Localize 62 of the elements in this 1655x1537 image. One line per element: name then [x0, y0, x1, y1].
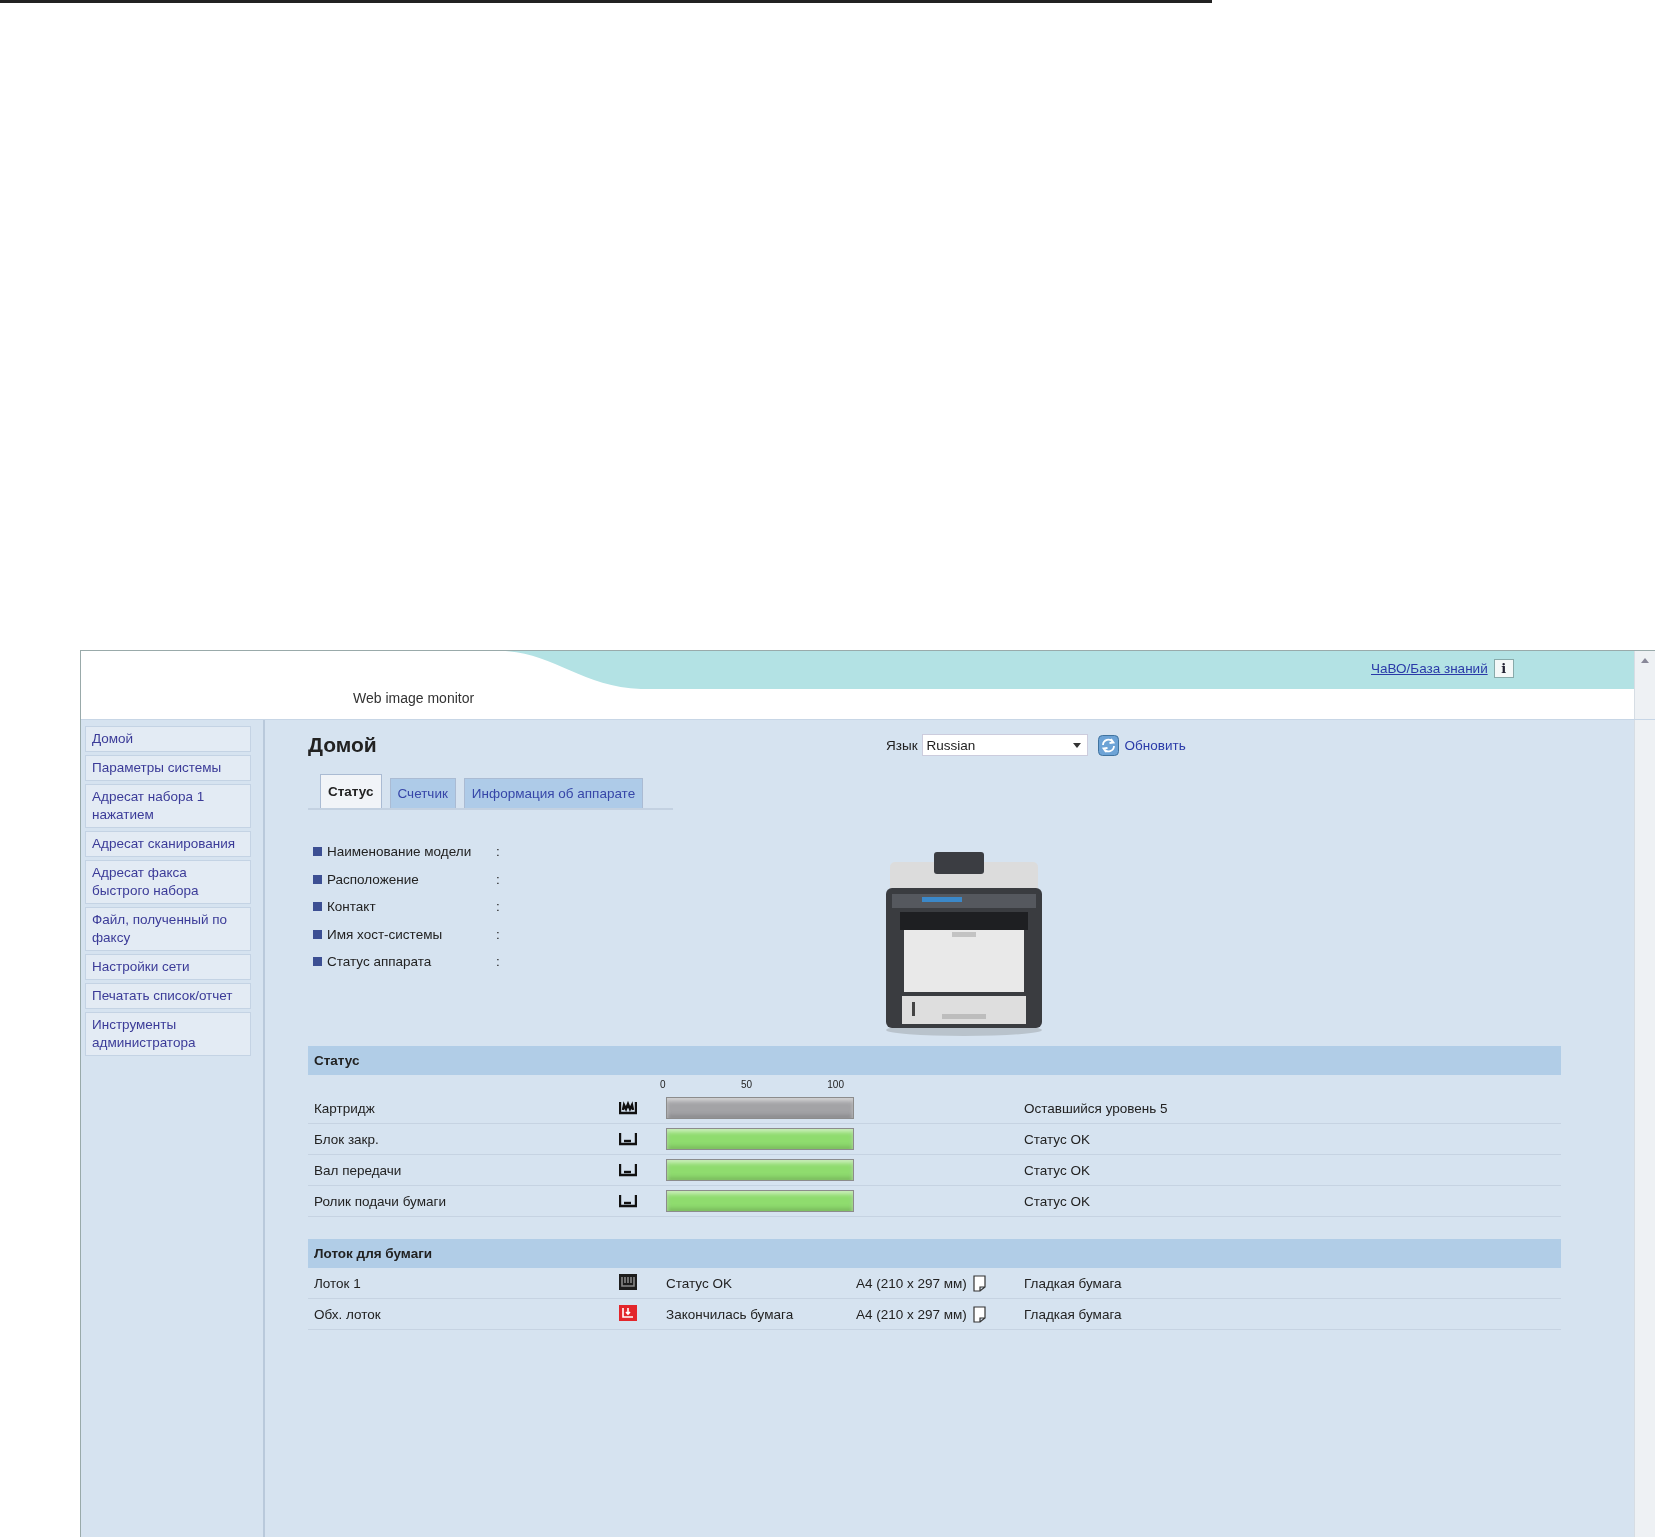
tray-name: Обх. лоток — [314, 1306, 382, 1322]
item-name: Блок закр. — [314, 1131, 380, 1147]
paper-size: A4 (210 x 297 мм) — [856, 1275, 967, 1291]
tray-status: Статус OK — [666, 1275, 733, 1291]
scale-label: 100 — [827, 1078, 844, 1090]
tray-status: Закончилась бумага — [666, 1306, 795, 1322]
sidebar-link[interactable]: Инструменты администратора — [85, 1012, 251, 1056]
sidebar-link[interactable]: Домой — [85, 726, 251, 752]
paper-size: A4 (210 x 297 мм) — [856, 1306, 967, 1322]
bullet-icon — [313, 874, 322, 884]
paper-icon — [972, 1274, 986, 1292]
bullet-icon — [313, 957, 322, 967]
scroll-up-icon[interactable] — [1641, 657, 1649, 663]
refresh-icon — [1097, 734, 1119, 756]
section-header: Лоток для бумаги — [308, 1239, 1561, 1268]
separator: : — [496, 954, 500, 970]
scale-label: 0 — [660, 1078, 666, 1090]
bullet-icon — [313, 929, 322, 939]
info-label: Расположение — [327, 871, 420, 887]
item-name: Картридж — [314, 1100, 376, 1116]
separator: : — [496, 844, 500, 860]
info-label: Имя хост-системы — [327, 926, 444, 942]
status-text: Оставшийся уровень 5 — [1024, 1100, 1169, 1116]
info-label: Наименование модели — [327, 844, 473, 860]
info-label: Контакт — [327, 899, 377, 915]
bullet-icon — [313, 847, 322, 857]
tab[interactable]: Статус — [320, 774, 382, 808]
item-name: Ролик подачи бумаги — [314, 1193, 447, 1209]
sidebar-link[interactable]: Адресат факса быстрого набора — [85, 860, 251, 904]
separator: : — [496, 926, 500, 942]
separator: : — [496, 899, 500, 915]
tab[interactable]: Информация об аппарате — [463, 778, 644, 808]
sidebar-link[interactable]: Файл, полученный по факсу — [85, 907, 251, 951]
tray-name: Лоток 1 — [314, 1275, 362, 1291]
paper-type: Гладкая бумага — [1024, 1275, 1123, 1291]
status-text: Статус OK — [1024, 1193, 1091, 1209]
sidebar-link[interactable]: Адресат сканирования — [85, 831, 251, 857]
language-label: Язык — [886, 737, 918, 753]
paper-icon — [972, 1305, 986, 1323]
separator: : — [496, 871, 500, 887]
item-name: Вал передачи — [314, 1162, 403, 1178]
section-header: Статус — [308, 1046, 1561, 1075]
sidebar-link[interactable]: Настройки сети — [85, 954, 251, 980]
paper-type: Гладкая бумага — [1024, 1306, 1123, 1322]
language-select[interactable]: Russian — [921, 734, 1088, 756]
scale-label: 50 — [740, 1078, 752, 1090]
cartridge-icon — [619, 1098, 637, 1115]
refresh-link[interactable]: Обновить — [1097, 734, 1186, 756]
tray-icon — [619, 1273, 637, 1290]
help-link[interactable]: ЧаВО/База знаний — [1371, 661, 1488, 676]
status-text: Статус OK — [1024, 1131, 1091, 1147]
bullet-icon — [313, 902, 322, 912]
page-title: Домой — [308, 733, 378, 757]
sidebar-link[interactable]: Параметры системы — [85, 755, 251, 781]
caret-icon — [1072, 742, 1081, 748]
sidebar-link[interactable]: Печатать список/отчет — [85, 983, 251, 1009]
empty-tray-icon — [619, 1304, 637, 1321]
tab[interactable]: Счетчик — [389, 778, 456, 808]
sidebar-link[interactable]: Адресат набора 1 нажатием — [85, 784, 251, 828]
product-name: Web image monitor — [353, 690, 475, 706]
status-text: Статус OK — [1024, 1162, 1091, 1178]
info-label: Статус аппарата — [327, 954, 433, 970]
